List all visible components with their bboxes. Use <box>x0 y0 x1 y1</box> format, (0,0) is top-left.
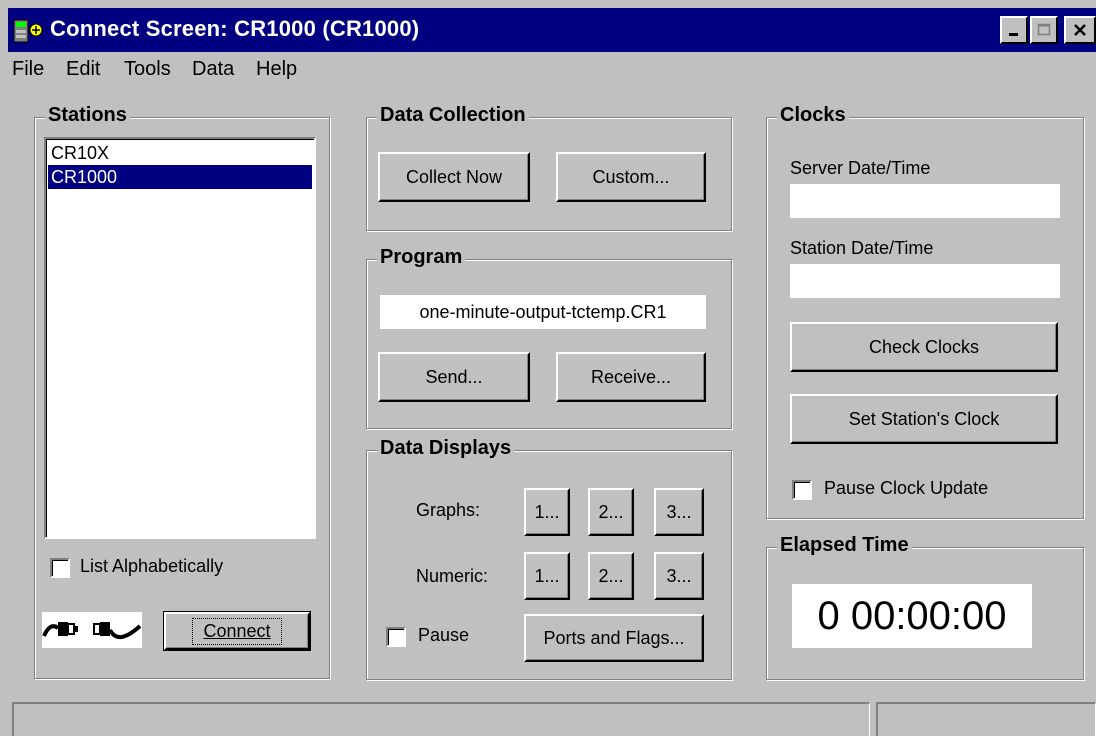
program-filename-field: one-minute-output-tctemp.CR1 <box>380 295 706 329</box>
menu-tools[interactable]: Tools <box>124 58 171 81</box>
ports-and-flags-button[interactable]: Ports and Flags... <box>524 614 704 662</box>
status-pane-main <box>12 702 870 736</box>
stations-group-label: Stations <box>45 104 130 127</box>
disconnected-plug-icon <box>42 612 142 648</box>
minimize-button[interactable] <box>1000 16 1028 44</box>
title-bar[interactable]: Connect Screen: CR1000 (CR1000) <box>8 8 1096 52</box>
pause-clock-update-label: Pause Clock Update <box>824 478 989 498</box>
custom-collect-button[interactable]: Custom... <box>556 152 706 202</box>
clocks-group-label: Clocks <box>777 104 849 127</box>
data-displays-group-label: Data Displays <box>377 437 515 460</box>
receive-program-button[interactable]: Receive... <box>556 352 706 402</box>
graphs-label: Graphs: <box>416 500 481 520</box>
list-alphabetically-checkbox[interactable] <box>50 558 70 578</box>
station-item-cr10x[interactable]: CR10X <box>48 141 312 165</box>
list-alphabetically-label: List Alphabetically <box>80 556 224 576</box>
check-clocks-button[interactable]: Check Clocks <box>790 322 1058 372</box>
send-program-button[interactable]: Send... <box>378 352 530 402</box>
station-datetime-label: Station Date/Time <box>790 238 934 258</box>
menu-data[interactable]: Data <box>192 58 234 81</box>
numeric-2-button[interactable]: 2... <box>588 552 634 600</box>
station-item-cr1000[interactable]: CR1000 <box>48 165 312 189</box>
app-icon <box>12 16 46 46</box>
close-icon <box>1074 24 1086 36</box>
program-filename: one-minute-output-tctemp.CR1 <box>419 301 667 322</box>
maximize-icon <box>1037 23 1051 36</box>
close-button[interactable] <box>1064 16 1096 44</box>
menu-edit[interactable]: Edit <box>66 58 100 81</box>
numeric-3-button[interactable]: 3... <box>654 552 704 600</box>
connect-button[interactable]: Connect <box>163 611 311 651</box>
pause-clock-update-checkbox[interactable] <box>792 480 812 500</box>
station-datetime-field <box>790 264 1060 298</box>
data-collection-group-label: Data Collection <box>377 104 529 127</box>
server-datetime-field <box>790 184 1060 218</box>
elapsed-time-display: 0 00:00:00 <box>792 584 1032 648</box>
elapsed-time-group-label: Elapsed Time <box>777 534 912 557</box>
menu-help[interactable]: Help <box>256 58 297 81</box>
program-group: Program <box>366 246 732 429</box>
menu-file[interactable]: File <box>12 58 44 81</box>
server-datetime-label: Server Date/Time <box>790 158 931 178</box>
graph-2-button[interactable]: 2... <box>588 488 634 536</box>
set-station-clock-button[interactable]: Set Station's Clock <box>790 394 1058 444</box>
numeric-1-button[interactable]: 1... <box>524 552 570 600</box>
maximize-button[interactable] <box>1030 16 1058 44</box>
window-title: Connect Screen: CR1000 (CR1000) <box>50 16 420 41</box>
graph-3-button[interactable]: 3... <box>654 488 704 536</box>
pause-displays-checkbox[interactable] <box>386 627 406 647</box>
minimize-icon <box>1009 33 1018 36</box>
status-pane-secondary <box>876 702 1096 736</box>
connect-button-label: Connect <box>192 617 282 645</box>
stations-list[interactable]: CR10X CR1000 <box>44 137 316 539</box>
pause-displays-label: Pause <box>418 625 470 645</box>
collect-now-button[interactable]: Collect Now <box>378 152 530 202</box>
graph-1-button[interactable]: 1... <box>524 488 570 536</box>
program-group-label: Program <box>377 246 466 269</box>
numeric-label: Numeric: <box>416 566 489 586</box>
